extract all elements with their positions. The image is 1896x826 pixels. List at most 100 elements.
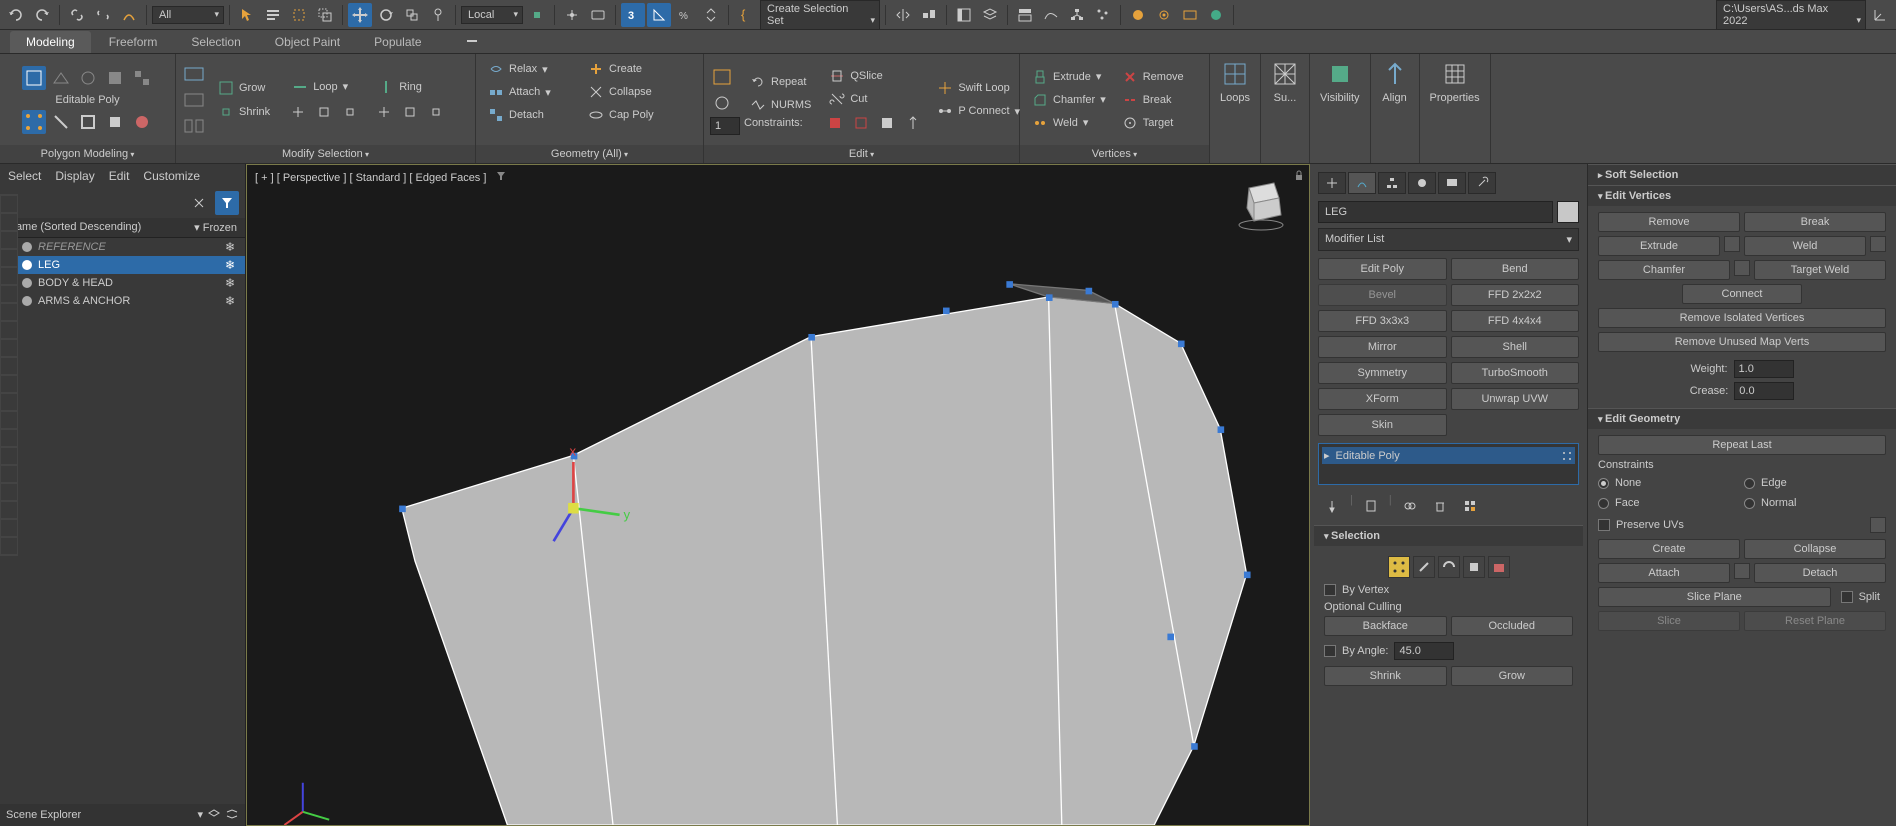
soft-selection-header[interactable]: Soft Selection (1588, 164, 1896, 185)
ribbon-minimize-icon[interactable] (460, 29, 484, 53)
render-production-icon[interactable] (1204, 3, 1228, 27)
element-subobject-icon[interactable] (130, 110, 154, 134)
mod-ffd2-button[interactable]: FFD 2x2x2 (1451, 284, 1580, 306)
mod-shell-button[interactable]: Shell (1451, 336, 1580, 358)
edit-geometry-header[interactable]: Edit Geometry (1588, 408, 1896, 429)
chamfer-vertex-button[interactable]: Chamfer ▾ (1026, 89, 1112, 111)
vt-icon[interactable] (1, 232, 17, 248)
filter-funnel-icon[interactable] (215, 191, 239, 215)
mod-ffd3-button[interactable]: FFD 3x3x3 (1318, 310, 1447, 332)
modify-panel-tab[interactable] (1348, 172, 1376, 194)
mod-unwrap-button[interactable]: Unwrap UVW (1451, 388, 1580, 410)
ev-connect-button[interactable]: Connect (1682, 284, 1802, 304)
vt-icon[interactable] (1, 520, 17, 536)
visibility-large-button[interactable]: Visibility (1310, 54, 1370, 110)
freeze-toggle-icon[interactable]: ❄ (219, 240, 241, 254)
group-title-edit[interactable]: Edit (704, 145, 1019, 163)
ring-grow-icon[interactable] (398, 100, 422, 124)
mirror-icon[interactable] (891, 3, 915, 27)
menu-display[interactable]: Display (55, 169, 94, 183)
world-axis-icon[interactable] (1868, 3, 1892, 27)
vt-icon[interactable] (1, 376, 17, 392)
mod-mirror-button[interactable]: Mirror (1318, 336, 1447, 358)
vt-icon[interactable] (1, 214, 17, 230)
snap-toggle-icon[interactable]: 3 (621, 3, 645, 27)
vt-icon[interactable] (1, 358, 17, 374)
select-by-name-icon[interactable] (261, 3, 285, 27)
spinner-snap-icon[interactable] (699, 3, 723, 27)
menu-edit[interactable]: Edit (109, 169, 130, 183)
create-sel-set-dropdown[interactable]: Create Selection Set (760, 0, 880, 30)
attach-button[interactable]: Attach ▾ (482, 81, 582, 103)
edge-mode-icon[interactable] (76, 66, 100, 90)
edit-poly-mode-icon[interactable] (22, 66, 46, 90)
modifier-stack[interactable]: ▸ Editable Poly (1318, 443, 1579, 485)
footer-dropdown-icon[interactable]: ▾ (197, 808, 203, 822)
preview-ring-icon[interactable] (182, 88, 206, 112)
shrink-sel-button[interactable]: Shrink (1324, 666, 1447, 686)
weld-vertex-button[interactable]: Weld ▾ (1026, 112, 1112, 134)
constraint-normal-icon[interactable] (901, 111, 925, 135)
subdiv-large-button[interactable]: Su... (1261, 54, 1309, 110)
constraint-edge-radio[interactable]: Edge (1744, 475, 1886, 491)
col-frozen-header[interactable]: ▾ Frozen (194, 221, 237, 234)
eg-slice-button[interactable]: Slice (1598, 611, 1740, 631)
create-panel-tab[interactable] (1318, 172, 1346, 194)
nurms-button[interactable]: NURMS (744, 94, 817, 116)
ring-shrink-icon[interactable] (424, 100, 448, 124)
tab-object-paint[interactable]: Object Paint (259, 31, 356, 53)
rectangle-select-icon[interactable] (287, 3, 311, 27)
vt-icon[interactable] (1, 286, 17, 302)
constraint-face-radio[interactable]: Face (1598, 495, 1740, 511)
select-rotate-icon[interactable] (374, 3, 398, 27)
constraint-normal-radio[interactable]: Normal (1744, 495, 1886, 511)
edit-spinner[interactable] (710, 117, 740, 135)
loop-grow-icon[interactable] (312, 100, 336, 124)
relax-button[interactable]: Relax ▾ (482, 58, 582, 80)
preserve-uvs-checkbox[interactable]: Preserve UVs (1598, 515, 1886, 535)
select-scale-icon[interactable] (400, 3, 424, 27)
group-title-polygon-modeling[interactable]: Polygon Modeling (0, 145, 175, 163)
cut-button[interactable]: Cut (823, 88, 925, 110)
preview-loop-icon[interactable] (182, 62, 206, 86)
border-subobject-icon[interactable] (76, 110, 100, 134)
group-title-geometry[interactable]: Geometry (All) (476, 145, 703, 163)
crease-spinner[interactable] (1734, 382, 1794, 400)
repeat-last-button[interactable]: Repeat Last (1598, 435, 1886, 455)
split-checkbox[interactable]: Split (1835, 587, 1886, 607)
vt-icon[interactable] (1, 196, 17, 212)
file-path-display[interactable]: C:\Users\AS...ds Max 2022 (1716, 0, 1866, 30)
constraint-none-radio[interactable]: None (1598, 475, 1740, 491)
mod-edit-poly-button[interactable]: Edit Poly (1318, 258, 1447, 280)
selection-filter-dropdown[interactable]: All (152, 6, 224, 24)
eg-attach-button[interactable]: Attach (1598, 563, 1730, 583)
collapse-button[interactable]: Collapse (582, 81, 658, 103)
target-vertex-button[interactable]: Target (1116, 112, 1190, 134)
edge-level-icon[interactable] (1413, 556, 1435, 578)
shrink-button[interactable]: Shrink (212, 101, 276, 123)
backface-button[interactable]: Backface (1324, 616, 1447, 636)
by-angle-spinner[interactable] (1394, 642, 1454, 660)
polygon-level-icon[interactable] (1463, 556, 1485, 578)
ribbon-toggle-icon[interactable] (1013, 3, 1037, 27)
undo-icon[interactable] (4, 3, 28, 27)
modifier-stack-item[interactable]: ▸ Editable Poly (1322, 447, 1575, 464)
align-icon[interactable] (917, 3, 941, 27)
menu-customize[interactable]: Customize (143, 169, 200, 183)
mod-skin-button[interactable]: Skin (1318, 414, 1447, 436)
freeze-toggle-icon[interactable]: ❄ (219, 276, 241, 290)
loop-button[interactable]: Loop ▾ (286, 76, 362, 98)
select-move-icon[interactable] (348, 3, 372, 27)
utilities-panel-tab[interactable] (1468, 172, 1496, 194)
remove-modifier-icon[interactable] (1428, 494, 1452, 518)
tab-selection[interactable]: Selection (175, 31, 256, 53)
edge-subobject-icon[interactable] (49, 110, 73, 134)
align-large-button[interactable]: Align (1371, 54, 1419, 110)
vt-icon[interactable] (1, 502, 17, 518)
create-button[interactable]: Create (582, 58, 648, 80)
tweak-icon[interactable] (710, 91, 734, 115)
ev-extrude-settings[interactable] (1724, 236, 1740, 252)
freeze-toggle-icon[interactable]: ❄ (219, 294, 241, 308)
show-end-result-icon[interactable] (1359, 494, 1383, 518)
curve-editor-icon[interactable] (1039, 3, 1063, 27)
